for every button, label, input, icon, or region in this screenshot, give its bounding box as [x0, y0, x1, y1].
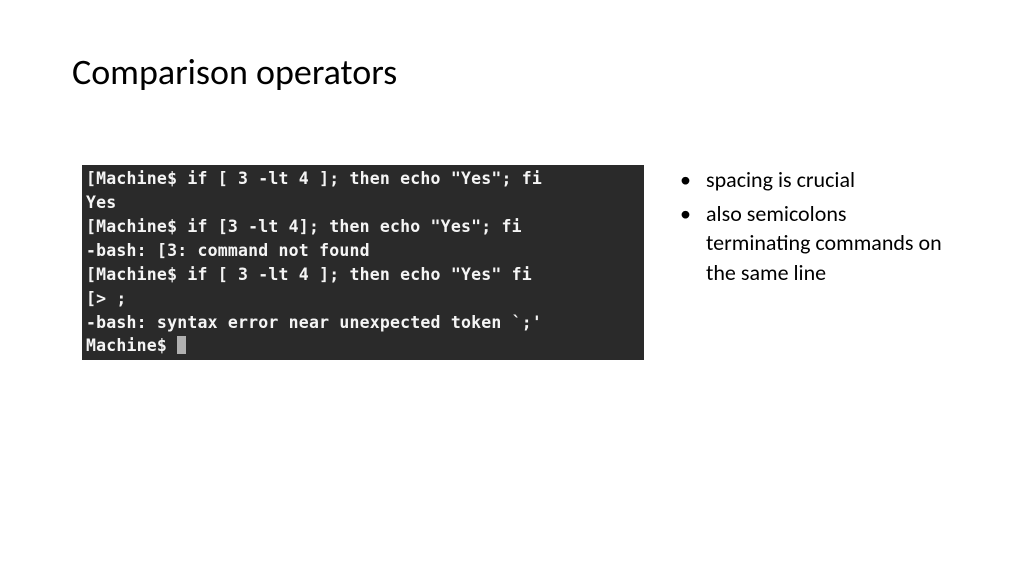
terminal-prompt: Machine$ — [86, 336, 177, 355]
terminal-block: [Machine$ if [ 3 -lt 4 ]; then echo "Yes… — [82, 165, 644, 360]
cursor-icon — [177, 336, 186, 354]
slide-title: Comparison operators — [72, 50, 397, 94]
bullet-list: spacing is crucial also semicolons termi… — [672, 165, 952, 292]
terminal-line: [Machine$ if [ 3 -lt 4 ]; then echo "Yes… — [86, 169, 542, 188]
terminal-line: [Machine$ if [3 -lt 4]; then echo "Yes";… — [86, 217, 522, 236]
terminal-line: [Machine$ if [ 3 -lt 4 ]; then echo "Yes… — [86, 265, 532, 284]
bullet-item: spacing is crucial — [672, 165, 952, 195]
bullet-item: also semicolons terminating commands on … — [672, 199, 952, 288]
terminal-line: [> ; — [86, 289, 127, 308]
content-area: [Machine$ if [ 3 -lt 4 ]; then echo "Yes… — [82, 165, 952, 360]
terminal-line: Yes — [86, 193, 116, 212]
terminal-line: -bash: syntax error near unexpected toke… — [86, 313, 542, 332]
terminal-line: -bash: [3: command not found — [86, 241, 370, 260]
